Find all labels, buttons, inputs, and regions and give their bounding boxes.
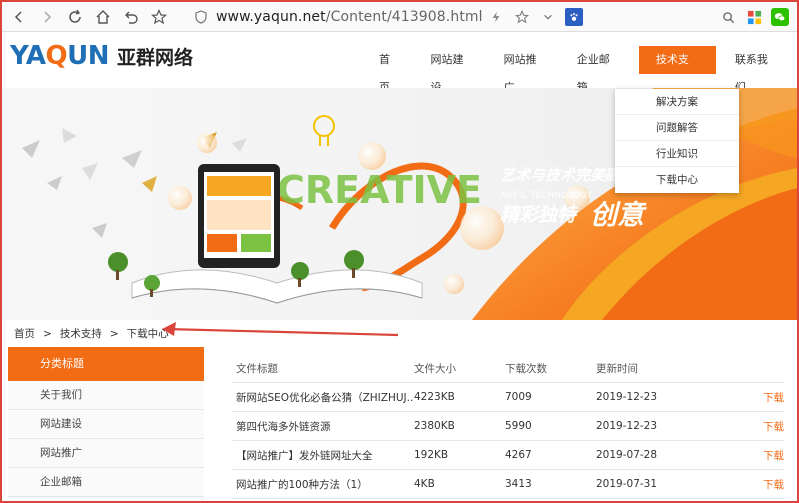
logo-chinese-name: 亚群网络 (116, 46, 193, 69)
update-date: 2019-07-28 (596, 449, 658, 461)
table-header-row: 文件标题 文件大小 下载次数 更新时间 (232, 354, 784, 383)
breadcrumb: 首页 > 技术支持 > 下载中心 (14, 326, 169, 341)
site-header: YAQUN 亚群网络 首页 网站建设 网站推广 企业邮箱 技术支持 联系我们 (2, 33, 797, 94)
download-count: 4267 (505, 449, 532, 461)
file-size: 2380KB (414, 420, 455, 432)
sidebar-item-website-promotion[interactable]: 网站推广 (8, 439, 204, 468)
dropdown-item-industry-knowledge[interactable]: 行业知识 (615, 141, 739, 167)
download-link[interactable]: 下载 (746, 419, 784, 434)
breadcrumb-separator: > (43, 327, 52, 340)
download-count: 7009 (505, 391, 532, 403)
category-sidebar: 分类标题 关于我们 网站建设 网站推广 企业邮箱 (8, 347, 204, 503)
table-row: 【网站推广】发外链网址大全 192KB 4267 2019-07-28 下载 (232, 441, 784, 470)
bookmark-star-icon[interactable] (148, 6, 170, 28)
favorite-star-icon[interactable] (513, 8, 531, 26)
home-icon[interactable] (92, 6, 114, 28)
column-header-size: 文件大小 (414, 362, 456, 375)
breadcrumb-home[interactable]: 首页 (14, 326, 35, 341)
paw-extension-icon[interactable] (565, 8, 583, 26)
download-link[interactable]: 下载 (746, 448, 784, 463)
apps-grid-icon[interactable] (745, 8, 763, 26)
sidebar-title: 分类标题 (8, 347, 204, 381)
sidebar-item-enterprise-email[interactable]: 企业邮箱 (8, 468, 204, 497)
nav-website-building[interactable]: 网站建设 (420, 46, 485, 94)
table-row: 网站推广的100种方法（1） 4KB 3413 2019-07-31 下载 (232, 470, 784, 499)
tech-support-dropdown: 解决方案 问题解答 行业知识 下载中心 (615, 89, 739, 193)
update-date: 2019-07-31 (596, 478, 658, 490)
file-size: 4KB (414, 478, 435, 490)
banner-creative-text: CREATIVE (277, 168, 482, 212)
chevron-down-icon[interactable] (539, 8, 557, 26)
back-icon[interactable] (8, 6, 30, 28)
logo-wordmark: YAQUN (10, 41, 109, 71)
nav-home[interactable]: 首页 (368, 46, 412, 94)
wechat-icon[interactable] (771, 8, 789, 26)
forward-icon[interactable] (36, 6, 58, 28)
url-text: www.yaqun.net/Content/413908.html (216, 9, 483, 25)
update-date: 2019-12-23 (596, 391, 658, 403)
download-table: 文件标题 文件大小 下载次数 更新时间 新网站SEO优化必备公猜（ZHIZHUJ… (232, 354, 784, 499)
update-date: 2019-12-23 (596, 420, 658, 432)
sidebar-item-about-us[interactable]: 关于我们 (8, 381, 204, 410)
breadcrumb-tech-support[interactable]: 技术支持 (60, 326, 102, 341)
breadcrumb-separator: > (109, 327, 119, 340)
main-nav: 首页 网站建设 网站推广 企业邮箱 技术支持 联系我们 (368, 46, 797, 94)
file-title-link[interactable]: 网站推广的100种方法（1） (232, 477, 414, 492)
file-title-link[interactable]: 新网站SEO优化必备公猜（ZHIZHUJ... (232, 390, 414, 405)
file-size: 192KB (414, 449, 449, 461)
download-link[interactable]: 下载 (746, 477, 784, 492)
dropdown-item-faq[interactable]: 问题解答 (615, 115, 739, 141)
sidebar-item-website-building[interactable]: 网站建设 (8, 410, 204, 439)
dropdown-item-solutions[interactable]: 解决方案 (615, 89, 739, 115)
column-header-date: 更新时间 (596, 362, 638, 375)
lightning-icon[interactable] (487, 8, 505, 26)
site-logo[interactable]: YAQUN 亚群网络 (10, 41, 193, 71)
nav-website-promotion[interactable]: 网站推广 (493, 46, 558, 94)
table-row: 新网站SEO优化必备公猜（ZHIZHUJ... 4223KB 7009 2019… (232, 383, 784, 412)
download-count: 5990 (505, 420, 532, 432)
file-title-link[interactable]: 第四代海多外链资源 (232, 419, 414, 434)
file-title-link[interactable]: 【网站推广】发外链网址大全 (232, 448, 414, 463)
banner-slogan-emphasis: 创意 (590, 200, 647, 231)
download-count: 3413 (505, 478, 532, 490)
table-row: 第四代海多外链资源 2380KB 5990 2019-12-23 下载 (232, 412, 784, 441)
nav-enterprise-email[interactable]: 企业邮箱 (566, 46, 631, 94)
column-header-count: 下载次数 (505, 362, 547, 375)
download-link[interactable]: 下载 (746, 390, 784, 405)
annotation-arrow (162, 322, 399, 337)
address-bar[interactable]: www.yaqun.net/Content/413908.html (194, 7, 483, 27)
nav-tech-support[interactable]: 技术支持 (638, 46, 716, 94)
nav-contact-us[interactable]: 联系我们 (724, 46, 789, 94)
banner-slogan: 精彩独特 (500, 204, 579, 226)
shield-icon (195, 10, 207, 24)
banner-subheadline: ART & TECHNOLOGY (500, 191, 592, 201)
dropdown-item-download-center[interactable]: 下载中心 (615, 167, 739, 193)
search-icon[interactable] (719, 8, 737, 26)
undo-icon[interactable] (120, 6, 142, 28)
reload-icon[interactable] (64, 6, 86, 28)
file-size: 4223KB (414, 391, 455, 403)
browser-toolbar: www.yaqun.net/Content/413908.html (2, 2, 797, 32)
column-header-title: 文件标题 (236, 362, 278, 375)
